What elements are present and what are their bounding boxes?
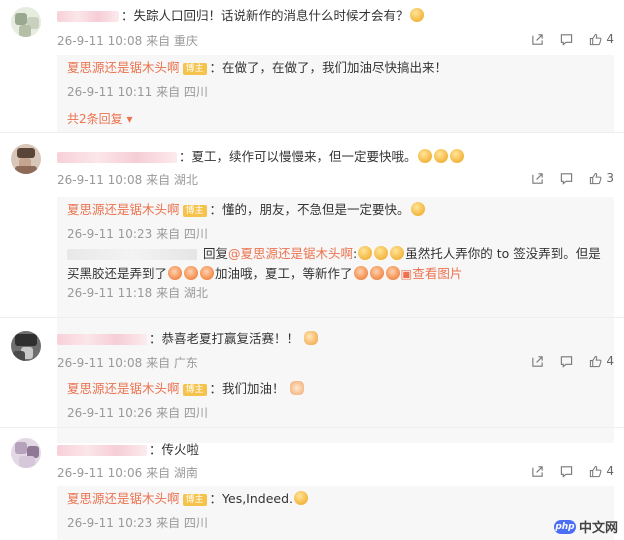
comment-text: ：夏工，续作可以慢慢来，但一定要快哦。 [57,148,584,166]
comment-text: ：传火啦 [57,441,584,459]
smile-emoji-icon [410,202,425,216]
kiss-emoji-icon [184,266,199,280]
clap-emoji-icon [304,331,318,345]
author-name[interactable]: 夏思源还是锯木头啊 [67,60,180,75]
reply-text: 夏思源还是锯木头啊 博主 ：我们加油！ [67,379,606,399]
share-icon[interactable] [531,172,544,185]
reply-text: 夏思源还是锯木头啊 博主 ：懂的，朋友，不急但是一定要快。 [67,200,606,220]
blurred-username[interactable] [57,334,147,345]
smile-emoji-icon [417,149,432,163]
share-icon[interactable] [531,33,544,46]
comment-icon[interactable] [560,33,573,46]
author-badge: 博主 [182,62,207,75]
like-count: 4 [606,464,614,478]
smile-emoji-icon [294,491,309,505]
comment-meta: 26-9-11 10:08 来自 广东 [57,356,198,370]
avatar[interactable] [11,7,41,37]
reply-item: 夏思源还是锯木头啊 博主 ：在做了，在做了，我们加油尽快搞出来！ 26-9-11 1… [67,58,606,100]
smile-emoji-icon [358,246,373,260]
divider [0,317,624,318]
reply-text: 夏思源还是锯木头啊 博主 ：Yes,Indeed. [67,489,606,509]
like-count: 3 [606,171,614,185]
smile-emoji-icon [390,246,405,260]
kiss-emoji-icon [353,266,368,280]
view-image-link[interactable]: ▣查看图片 [401,266,463,281]
mention-link[interactable]: @夏思源还是锯木头啊 [228,246,353,261]
watermark-text: 中文网 [578,521,618,536]
thumbs-up-icon[interactable] [589,33,602,46]
author-badge: 博主 [182,383,207,396]
author-name[interactable]: 夏思源还是锯木头啊 [67,491,180,506]
comment-actions: 4 [515,464,614,478]
comment-actions: 4 [515,354,614,368]
reply-item: 回复@夏思源还是锯木头啊: 虽然托人弄你的 to 签没弄到。但是买黑胶还是弄到了加… [67,244,606,301]
pray-hands-emoji-icon [289,381,304,395]
php-logo: php [553,519,576,534]
author-badge: 博主 [182,204,207,217]
divider [0,132,624,133]
comment-meta: 26-9-11 10:08 来自 湖北 [57,173,198,187]
comment-meta: 26-9-11 10:06 来自 湖南 [57,466,198,480]
smile-emoji-icon [374,246,389,260]
smile-emoji-icon [409,8,424,22]
reply-meta: 26-9-11 10:26 来自 四川 [67,406,208,420]
divider [0,427,624,428]
image-icon: ▣ [400,266,413,281]
reply-item: 夏思源还是锯木头啊 博主 ：我们加油！ 26-9-11 10:26 来自 四川 [67,379,606,421]
like-count: 4 [606,32,614,46]
author-name[interactable]: 夏思源还是锯木头啊 [67,381,180,396]
reply-item: 夏思源还是锯木头啊 博主 ：Yes,Indeed. 26-9-11 10:23 来自… [67,489,606,531]
reply-box: 夏思源还是锯木头啊 博主 ：我们加油！ 26-9-11 10:26 来自 四川 [57,376,614,432]
blurred-username[interactable] [57,11,119,22]
reply-text: 回复@夏思源还是锯木头啊: 虽然托人弄你的 to 签没弄到。但是买黑胶还是弄到了加… [67,246,601,281]
comment-text: ：恭喜老夏打赢复活赛！！ [57,330,584,348]
blurred-username[interactable] [57,152,177,163]
blurred-username[interactable] [67,249,197,260]
caret-down-icon: ▾ [126,112,133,126]
avatar[interactable] [11,331,41,361]
reply-meta: 26-9-11 10:11 来自 四川 [67,85,208,99]
share-icon[interactable] [531,465,544,478]
author-badge: 博主 [182,493,207,506]
like-count: 4 [606,354,614,368]
thumbs-up-icon[interactable] [589,355,602,368]
thumbs-up-icon[interactable] [589,465,602,478]
smile-emoji-icon [449,149,464,163]
reply-meta: 26-9-11 11:18 来自 湖北 [67,286,208,300]
comment-icon[interactable] [560,172,573,185]
reply-box: 夏思源还是锯木头啊 博主 ：在做了，在做了，我们加油尽快搞出来！ 26-9-11 1… [57,55,614,132]
avatar[interactable] [11,438,41,468]
reply-box: 夏思源还是锯木头啊 博主 ：Yes,Indeed. 26-9-11 10:23 来自… [57,486,614,540]
avatar[interactable] [11,144,41,174]
kiss-emoji-icon [369,266,384,280]
author-name[interactable]: 夏思源还是锯木头啊 [67,202,180,217]
comment-actions: 4 [515,32,614,46]
more-replies-link[interactable]: 共2条回复 ▾ [67,110,133,127]
share-icon[interactable] [531,355,544,368]
reply-meta: 26-9-11 10:23 来自 四川 [67,227,208,241]
comment-text: ：失踪人口回归！话说新作的消息什么时候才会有？ [57,7,584,25]
thumbs-up-icon[interactable] [589,172,602,185]
smile-emoji-icon [433,149,448,163]
kiss-emoji-icon [385,266,400,280]
comment-actions: 3 [515,171,614,185]
kiss-emoji-icon [168,266,183,280]
kiss-emoji-icon [200,266,215,280]
comment-icon[interactable] [560,355,573,368]
reply-item: 夏思源还是锯木头啊 博主 ：懂的，朋友，不急但是一定要快。 26-9-11 10:2… [67,200,606,242]
comment-icon[interactable] [560,465,573,478]
blurred-username[interactable] [57,445,147,456]
reply-meta: 26-9-11 10:23 来自 四川 [67,516,208,530]
comment-meta: 26-9-11 10:08 来自 重庆 [57,34,198,48]
reply-text: 夏思源还是锯木头啊 博主 ：在做了，在做了，我们加油尽快搞出来！ [67,60,448,75]
site-watermark: php 中文网 [553,517,618,536]
